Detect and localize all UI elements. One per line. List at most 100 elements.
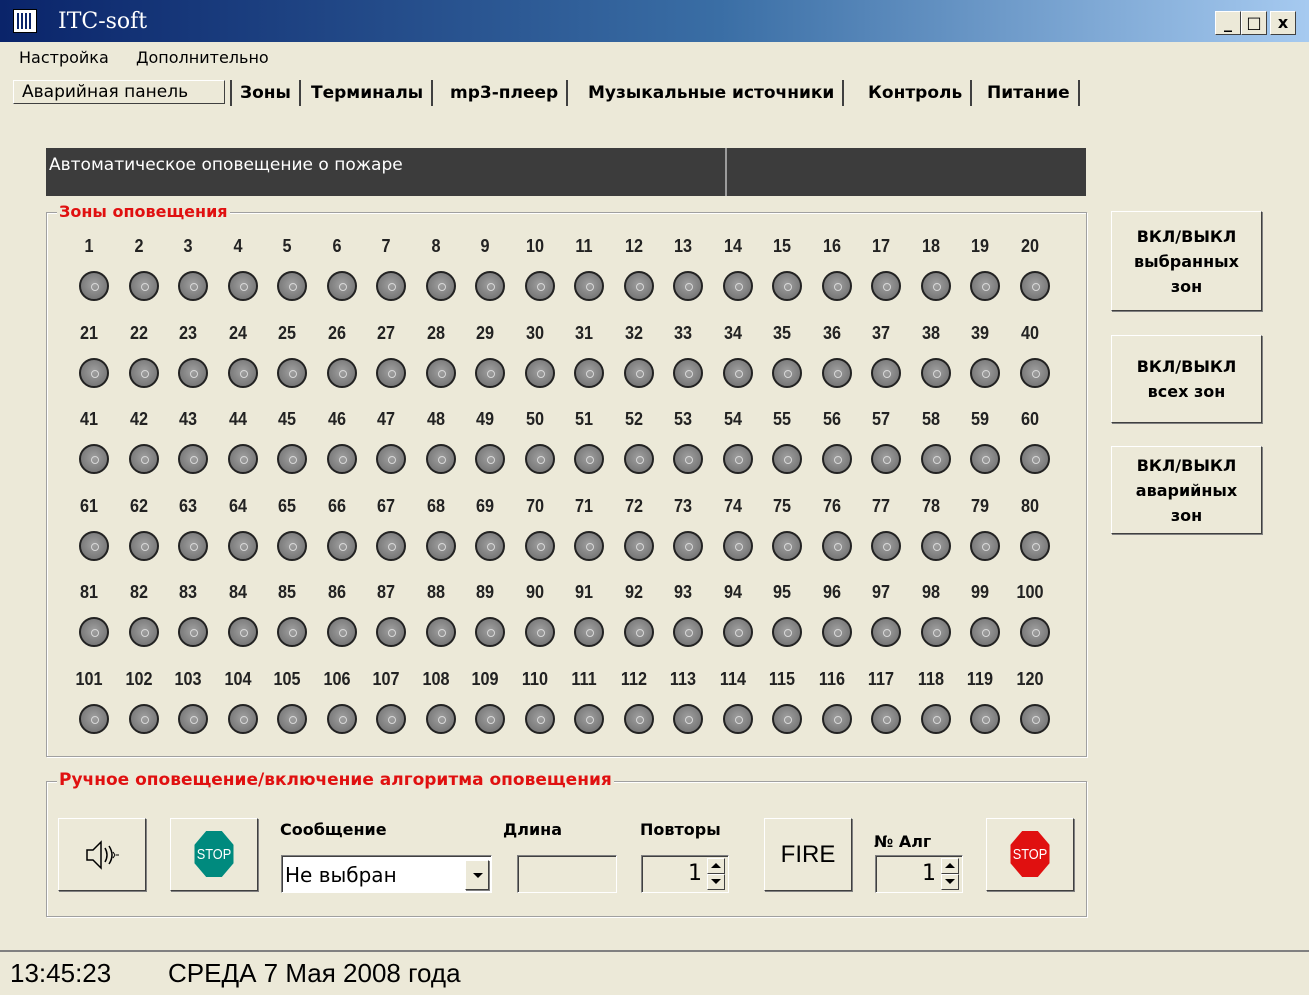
zone-indicator-77[interactable] [871, 531, 901, 561]
zone-indicator-79[interactable] [970, 531, 1000, 561]
maximize-button[interactable]: □ [1241, 11, 1267, 35]
zone-indicator-53[interactable] [673, 444, 703, 474]
zone-indicator-51[interactable] [574, 444, 604, 474]
zone-indicator-41[interactable] [79, 444, 109, 474]
chevron-down-icon[interactable] [465, 860, 489, 890]
stop-message-button[interactable]: STOP [170, 818, 258, 891]
zone-indicator-25[interactable] [277, 358, 307, 388]
zone-indicator-68[interactable] [425, 531, 456, 561]
toggle-selected-zones-button[interactable]: ВКЛ/ВЫКЛ выбранных зон [1111, 211, 1262, 311]
zone-indicator-36[interactable] [821, 358, 852, 388]
zone-indicator-56[interactable] [821, 444, 852, 474]
zone-indicator-105[interactable] [277, 704, 307, 734]
tab-control[interactable]: Контроль [860, 80, 973, 106]
message-select[interactable]: Не выбран [281, 855, 492, 893]
zone-indicator-119[interactable] [970, 704, 1000, 734]
zone-indicator-11[interactable] [574, 271, 604, 301]
zone-indicator-106[interactable] [326, 704, 357, 734]
zone-indicator-17[interactable] [871, 271, 901, 301]
zone-indicator-96[interactable] [821, 617, 852, 647]
zone-indicator-70[interactable] [524, 531, 555, 561]
tab-mp3-player[interactable]: mp3-плеер [442, 80, 569, 106]
zone-indicator-60[interactable] [1019, 444, 1050, 474]
stop-algorithm-button[interactable]: STOP [986, 818, 1074, 891]
zone-indicator-98[interactable] [920, 617, 951, 647]
zone-indicator-118[interactable] [920, 704, 951, 734]
zone-indicator-115[interactable] [772, 704, 802, 734]
algorithm-up-button[interactable] [941, 858, 959, 874]
zone-indicator-16[interactable] [821, 271, 852, 301]
zone-indicator-33[interactable] [673, 358, 703, 388]
tab-music-sources[interactable]: Музыкальные источники [580, 80, 845, 106]
zone-indicator-100[interactable] [1019, 617, 1050, 647]
zone-indicator-114[interactable] [722, 704, 753, 734]
zone-indicator-92[interactable] [623, 617, 654, 647]
menu-additional[interactable]: Дополнительно [136, 48, 269, 67]
zone-indicator-9[interactable] [475, 271, 505, 301]
algorithm-down-button[interactable] [941, 874, 959, 890]
zone-indicator-29[interactable] [475, 358, 505, 388]
zone-indicator-107[interactable] [376, 704, 406, 734]
tab-power[interactable]: Питание [979, 80, 1080, 106]
zone-indicator-95[interactable] [772, 617, 802, 647]
zone-indicator-83[interactable] [178, 617, 208, 647]
zone-indicator-81[interactable] [79, 617, 109, 647]
zone-indicator-94[interactable] [722, 617, 753, 647]
zone-indicator-99[interactable] [970, 617, 1000, 647]
zone-indicator-102[interactable] [128, 704, 159, 734]
zone-indicator-6[interactable] [326, 271, 357, 301]
zone-indicator-76[interactable] [821, 531, 852, 561]
zone-indicator-28[interactable] [425, 358, 456, 388]
zone-indicator-97[interactable] [871, 617, 901, 647]
zone-indicator-88[interactable] [425, 617, 456, 647]
zone-indicator-87[interactable] [376, 617, 406, 647]
zone-indicator-32[interactable] [623, 358, 654, 388]
toggle-all-zones-button[interactable]: ВКЛ/ВЫКЛ всех зон [1111, 335, 1262, 423]
repeats-down-button[interactable] [707, 874, 725, 890]
zone-indicator-24[interactable] [227, 358, 258, 388]
zone-indicator-19[interactable] [970, 271, 1000, 301]
zone-indicator-34[interactable] [722, 358, 753, 388]
zone-indicator-69[interactable] [475, 531, 505, 561]
zone-indicator-82[interactable] [128, 617, 159, 647]
zone-indicator-30[interactable] [524, 358, 555, 388]
zone-indicator-103[interactable] [178, 704, 208, 734]
zone-indicator-93[interactable] [673, 617, 703, 647]
zone-indicator-12[interactable] [623, 271, 654, 301]
zone-indicator-66[interactable] [326, 531, 357, 561]
zone-indicator-44[interactable] [227, 444, 258, 474]
toggle-emergency-zones-button[interactable]: ВКЛ/ВЫКЛ аварийных зон [1111, 446, 1262, 534]
zone-indicator-120[interactable] [1019, 704, 1050, 734]
zone-indicator-42[interactable] [128, 444, 159, 474]
zone-indicator-84[interactable] [227, 617, 258, 647]
zone-indicator-78[interactable] [920, 531, 951, 561]
zone-indicator-67[interactable] [376, 531, 406, 561]
zone-indicator-90[interactable] [524, 617, 555, 647]
zone-indicator-50[interactable] [524, 444, 555, 474]
tab-terminals[interactable]: Терминалы [303, 80, 434, 106]
zone-indicator-35[interactable] [772, 358, 802, 388]
zone-indicator-110[interactable] [524, 704, 555, 734]
zone-indicator-64[interactable] [227, 531, 258, 561]
zone-indicator-3[interactable] [178, 271, 208, 301]
zone-indicator-59[interactable] [970, 444, 1000, 474]
zone-indicator-2[interactable] [128, 271, 159, 301]
zone-indicator-65[interactable] [277, 531, 307, 561]
zone-indicator-86[interactable] [326, 617, 357, 647]
zone-indicator-20[interactable] [1019, 271, 1050, 301]
zone-indicator-57[interactable] [871, 444, 901, 474]
zone-indicator-4[interactable] [227, 271, 258, 301]
zone-indicator-14[interactable] [722, 271, 753, 301]
zone-indicator-18[interactable] [920, 271, 951, 301]
zone-indicator-5[interactable] [277, 271, 307, 301]
minimize-button[interactable]: _ [1215, 11, 1241, 35]
close-button[interactable]: x [1270, 11, 1296, 35]
zone-indicator-75[interactable] [772, 531, 802, 561]
zone-indicator-43[interactable] [178, 444, 208, 474]
zone-indicator-46[interactable] [326, 444, 357, 474]
zone-indicator-91[interactable] [574, 617, 604, 647]
zone-indicator-10[interactable] [524, 271, 555, 301]
zone-indicator-26[interactable] [326, 358, 357, 388]
repeats-up-button[interactable] [707, 858, 725, 874]
tab-emergency-panel[interactable]: Аварийная панель [13, 80, 225, 104]
